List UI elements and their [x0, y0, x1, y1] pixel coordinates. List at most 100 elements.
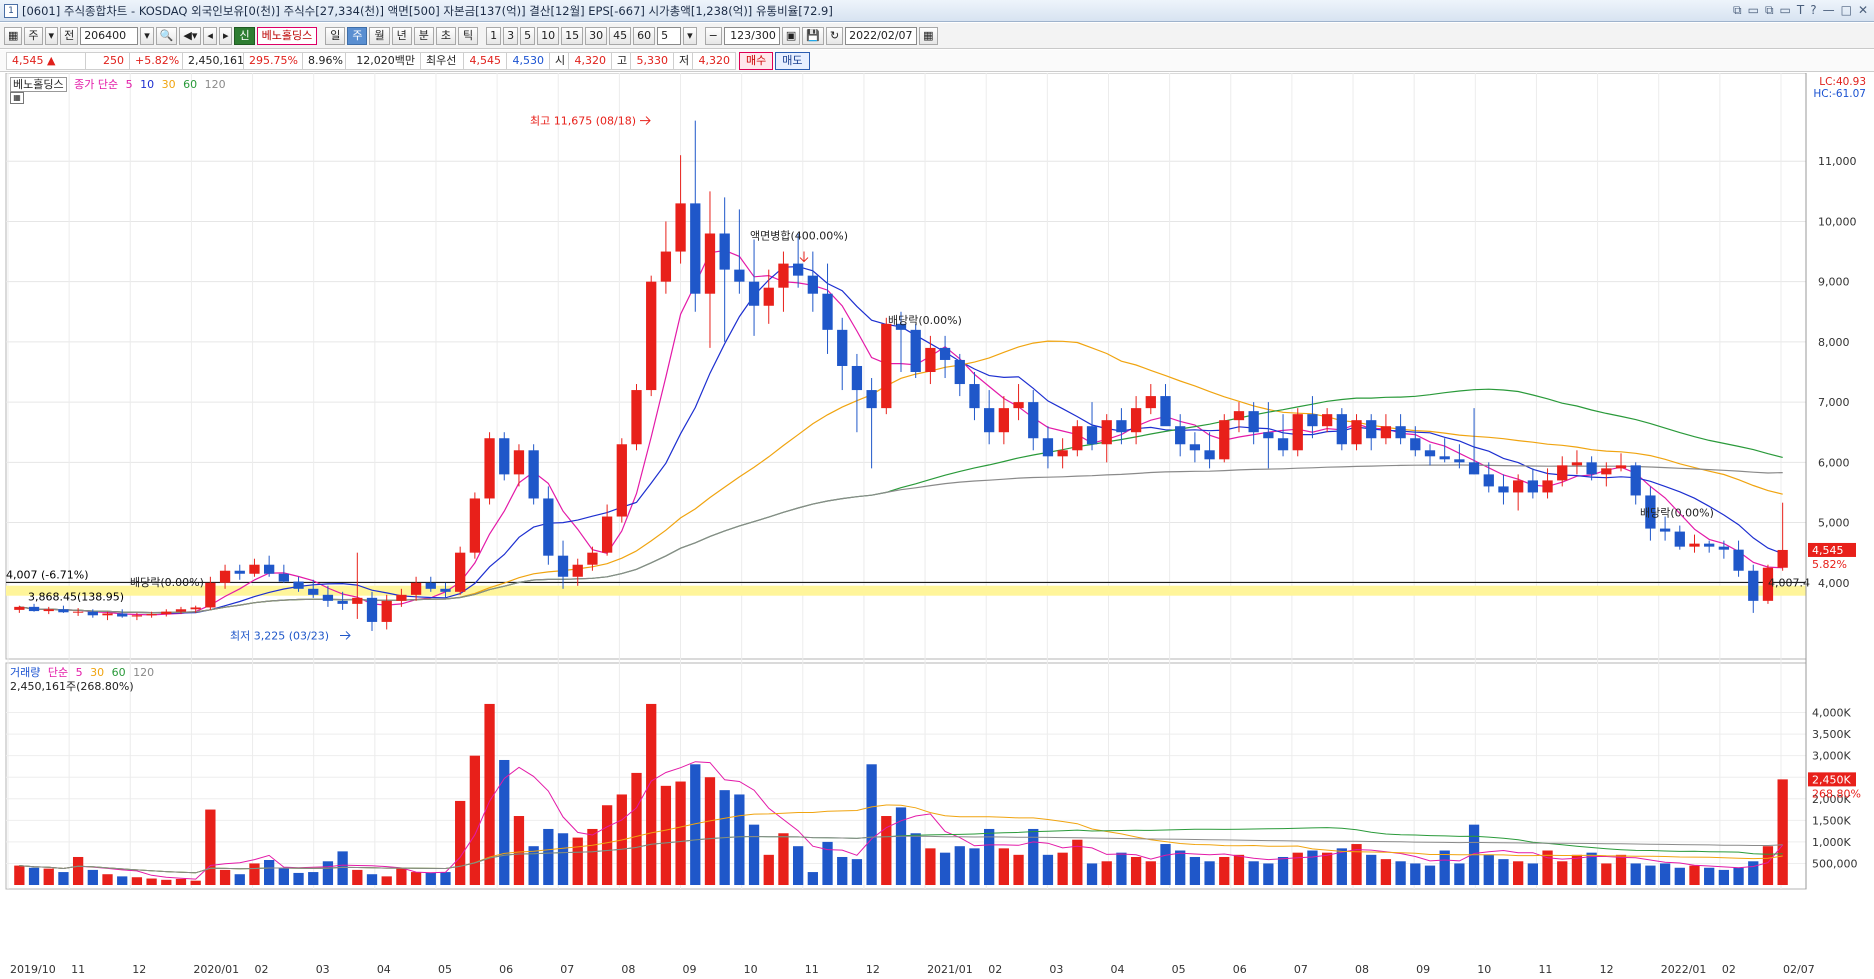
legend-ma10: 10	[140, 78, 155, 91]
best-ask: 4,545	[463, 51, 507, 70]
volume-bar	[587, 828, 598, 885]
candle-body	[984, 408, 995, 433]
code-dropdown-icon[interactable]: ▾	[140, 26, 154, 45]
volume-bar	[1704, 867, 1715, 885]
minimize-icon[interactable]: —	[1823, 3, 1835, 18]
interval-input[interactable]: 5	[657, 26, 682, 45]
save-icon[interactable]: 💾	[802, 26, 824, 45]
time-tick-label: 03	[1049, 963, 1063, 976]
interval-5[interactable]: 5	[520, 26, 536, 45]
candle-body	[792, 263, 804, 276]
calculator-icon[interactable]: ▦	[10, 92, 24, 104]
interval-10[interactable]: 10	[537, 26, 560, 45]
close-icon[interactable]: ✕	[1858, 3, 1868, 18]
time-tick-label: 06	[499, 963, 513, 976]
interval-15[interactable]: 15	[561, 26, 584, 45]
period-week[interactable]: 주	[347, 26, 368, 45]
volume-bar	[1116, 852, 1127, 885]
legend-ma30: 30	[161, 78, 176, 91]
volume-bar	[72, 856, 84, 885]
candle-body	[1689, 543, 1700, 547]
period-month[interactable]: 월	[369, 26, 390, 45]
volume-bar	[866, 764, 877, 885]
candle-body	[1057, 450, 1068, 457]
buy-button[interactable]: 매수	[739, 51, 774, 70]
volume-bar	[219, 869, 231, 885]
candle-body	[396, 594, 407, 601]
volume-bar	[322, 861, 334, 885]
volume-bar	[1175, 850, 1186, 885]
volume-bar	[1630, 863, 1641, 885]
help-icon[interactable]: ?	[1810, 3, 1816, 18]
candle-body	[881, 323, 892, 409]
lock-icon[interactable]: ▣	[781, 26, 801, 45]
period-second[interactable]: 초	[435, 26, 456, 45]
candle-body	[851, 365, 863, 391]
sell-button[interactable]: 매도	[775, 51, 810, 70]
date-input[interactable]: 2022/02/07	[845, 26, 918, 45]
search-icon[interactable]: 🔍	[155, 26, 178, 45]
candle-body	[308, 588, 319, 595]
tile-icon[interactable]: ▭	[1780, 3, 1791, 18]
calendar-icon[interactable]: ▦	[919, 26, 938, 45]
font-icon[interactable]: T	[1797, 3, 1804, 18]
candle-body	[1366, 420, 1377, 439]
interval-30[interactable]: 30	[585, 26, 608, 45]
volume-bar	[1263, 863, 1274, 885]
interval-60[interactable]: 60	[633, 26, 656, 45]
legend-ma120: 120	[204, 78, 226, 91]
candle-body	[1527, 480, 1538, 493]
link-icon[interactable]: ⧉	[1733, 3, 1742, 18]
period-day[interactable]: 일	[325, 26, 346, 45]
count-input[interactable]: 123/300	[723, 26, 780, 45]
copy-icon[interactable]: ⧉	[1765, 3, 1774, 18]
code-input[interactable]: 206400	[80, 26, 139, 45]
candle-body	[704, 233, 716, 294]
stock-chart[interactable]: 4,000 5,000 6,000 7,000 8,000 9,000 10,000 11,0…	[0, 73, 1874, 979]
volume-bar	[1718, 869, 1730, 885]
refresh-icon[interactable]: ↻	[825, 26, 844, 45]
prev-icon[interactable]: ◂	[203, 26, 217, 45]
volume-bar	[1248, 861, 1259, 885]
interval-3[interactable]: 3	[503, 26, 519, 45]
period-tick[interactable]: 틱	[457, 26, 479, 45]
interval-1[interactable]: 1	[486, 26, 502, 45]
candle-body	[763, 287, 774, 306]
chevron-down-icon[interactable]: ▾	[44, 26, 59, 45]
open-label: 시	[549, 51, 569, 70]
volume-bar	[910, 833, 921, 885]
period-year[interactable]: 년	[391, 26, 412, 45]
volume-bar	[895, 807, 907, 885]
market-select[interactable]: 주	[24, 26, 43, 45]
time-tick-label: 02	[988, 963, 1002, 976]
candle-body	[954, 359, 965, 385]
time-tick-label: 05	[438, 963, 452, 976]
speaker-icon[interactable]: ◀▾	[179, 26, 202, 45]
layout-icon[interactable]: ▭	[1748, 3, 1759, 18]
candle-body	[1175, 426, 1186, 445]
volume-tick-label: 4,000K	[1812, 707, 1851, 720]
candle-body	[910, 329, 921, 372]
interval-45[interactable]: 45	[609, 26, 632, 45]
period-minute[interactable]: 분	[413, 26, 434, 45]
legend-vol-ma120: 120	[133, 666, 155, 679]
maximize-icon[interactable]: □	[1841, 3, 1852, 18]
volume-bar	[1086, 863, 1098, 885]
time-tick-label: 02	[1722, 963, 1736, 976]
candle-body	[1101, 420, 1112, 445]
grid-icon[interactable]: ▦	[4, 26, 23, 45]
volume-bar	[528, 846, 539, 885]
time-tick-label: 07	[1294, 963, 1308, 976]
prefix-button[interactable]: 전	[60, 26, 79, 45]
next-icon[interactable]: ▸	[218, 26, 233, 45]
volume-bar	[1160, 844, 1171, 885]
interval-dropdown-icon[interactable]: ▾	[683, 26, 697, 45]
candle-body	[1028, 402, 1039, 439]
candle-body	[102, 613, 113, 616]
legend-stock-name[interactable]: 베노홀딩스	[10, 77, 67, 92]
candle-body	[1248, 411, 1259, 433]
volume-bar	[1454, 863, 1465, 885]
candle-body	[455, 552, 466, 592]
volume-bar	[1513, 861, 1524, 885]
zoom-out-icon[interactable]: −	[704, 26, 722, 45]
